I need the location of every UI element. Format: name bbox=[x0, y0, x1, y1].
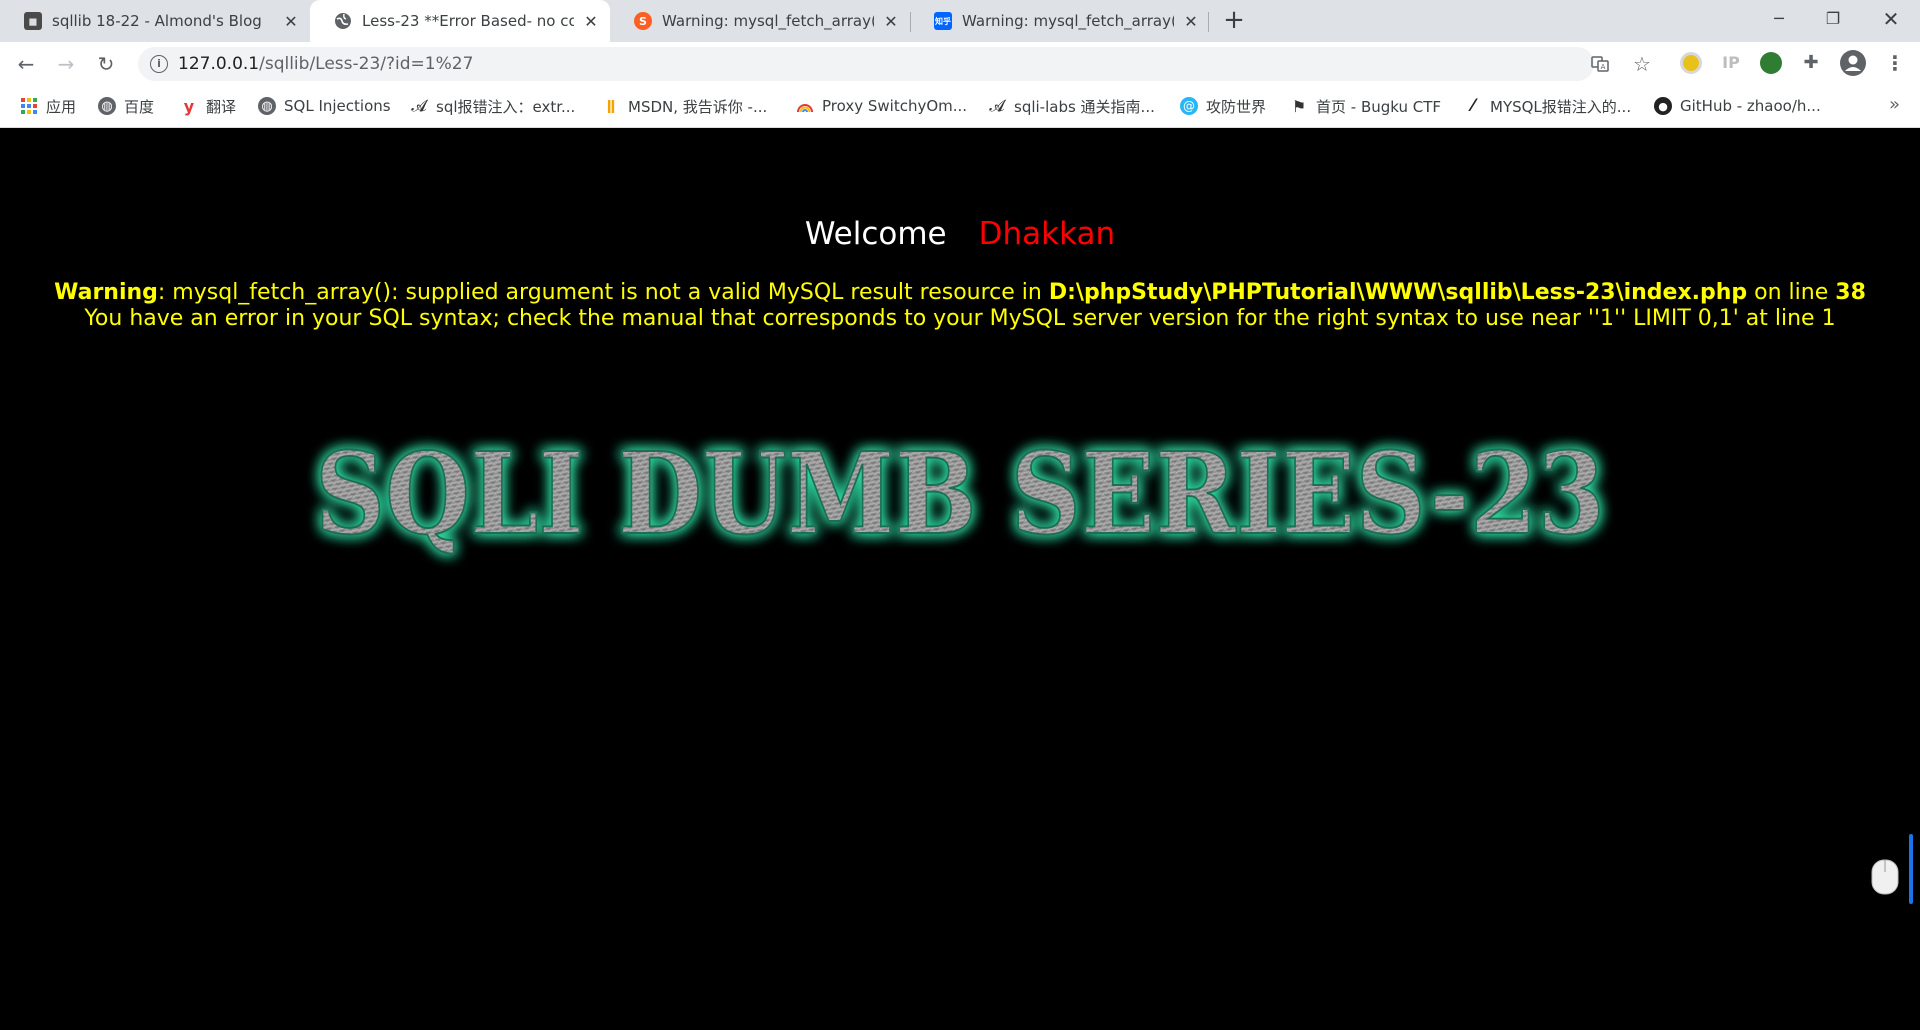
tab-warning-sogou[interactable]: S Warning: mysql_fetch_array(): ✕ bbox=[610, 0, 910, 42]
error-message: Warning: mysql_fetch_array(): supplied a… bbox=[0, 280, 1920, 332]
youdao-icon: y bbox=[183, 96, 195, 116]
bookmark-mysql-error[interactable]: ⁄ MYSQL报错注入的... bbox=[1464, 86, 1632, 126]
tab-separator bbox=[1208, 12, 1209, 32]
flag-icon: ⚑ bbox=[1291, 96, 1307, 116]
swirl-icon: @ bbox=[1180, 97, 1198, 115]
close-icon[interactable]: ✕ bbox=[282, 12, 300, 31]
bookmark-label: SQL Injections bbox=[284, 97, 391, 115]
warning-label: Warning bbox=[54, 280, 158, 305]
bookmarks-bar: 应用 ◍ 百度 y 翻译 ◍ SQL Injections 𝓐 sql报错注入：… bbox=[0, 86, 1920, 128]
close-window-button[interactable]: ✕ bbox=[1862, 0, 1920, 38]
reload-button[interactable]: ↻ bbox=[90, 48, 122, 80]
zhihu-icon: 知乎 bbox=[934, 12, 952, 30]
forward-button[interactable]: → bbox=[50, 48, 82, 80]
bookmark-github[interactable]: ● GitHub - zhaoo/h... bbox=[1654, 86, 1821, 126]
bookmark-label: MSDN, 我告诉你 -... bbox=[628, 97, 768, 116]
more-bookmarks-icon[interactable]: » bbox=[1889, 94, 1900, 115]
svg-text:A: A bbox=[1601, 63, 1606, 71]
tab-title: Less-23 **Error Based- no com bbox=[362, 12, 574, 30]
ip-extension-icon[interactable]: IP bbox=[1720, 52, 1742, 74]
bookmark-sql-error-injection[interactable]: 𝓐 sql报错注入：extr... bbox=[410, 86, 575, 126]
bookmark-baidu[interactable]: ◍ 百度 bbox=[98, 86, 154, 126]
user-name: Dhakkan bbox=[978, 216, 1116, 252]
bookmark-label: Proxy SwitchyOm... bbox=[822, 97, 968, 115]
minimize-button[interactable]: ─ bbox=[1750, 0, 1808, 38]
bookmark-sql-injections[interactable]: ◍ SQL Injections bbox=[258, 86, 391, 126]
banner-title: SQLI DUMB SERIES-23 bbox=[315, 429, 1605, 560]
browser-toolbar: ← → ↻ i 127.0.0.1/sqllib/Less-23/?id=1%2… bbox=[0, 42, 1920, 86]
warning-online: on line bbox=[1747, 280, 1836, 305]
info-icon[interactable]: i bbox=[150, 55, 168, 73]
tab-warning-zhihu[interactable]: 知乎 Warning: mysql_fetch_array(): ✕ bbox=[910, 0, 1210, 42]
kebab-menu-icon[interactable]: ⋮ bbox=[1884, 52, 1906, 74]
welcome-text: Welcome bbox=[804, 216, 947, 252]
bookmark-label: MYSQL报错注入的... bbox=[1490, 97, 1632, 116]
sogou-icon: S bbox=[634, 12, 652, 30]
url-text[interactable]: 127.0.0.1/sqllib/Less-23/?id=1%27 bbox=[178, 54, 473, 74]
url-path: /sqllib/Less-23/?id=1%27 bbox=[259, 54, 474, 74]
bookmark-msdn[interactable]: ǁ MSDN, 我告诉你 -... bbox=[602, 86, 768, 126]
welcome-line: Welcome Dhakkan bbox=[0, 216, 1920, 252]
bookmark-label: 翻译 bbox=[206, 97, 237, 116]
php-warning: Warning: mysql_fetch_array(): supplied a… bbox=[0, 280, 1920, 306]
figure-icon: 𝓐 bbox=[989, 96, 1005, 115]
tab-title: sqllib 18-22 - Almond's Blog bbox=[52, 12, 262, 30]
extension-green-icon[interactable] bbox=[1760, 52, 1782, 74]
avatar-favicon: ◼ bbox=[24, 12, 42, 30]
bookmark-apps[interactable]: 应用 bbox=[20, 86, 76, 126]
warning-text: : mysql_fetch_array(): supplied argument… bbox=[157, 280, 1049, 305]
close-icon[interactable]: ✕ bbox=[882, 12, 900, 31]
figure-icon: 𝓐 bbox=[411, 96, 427, 115]
globe-icon: ◍ bbox=[98, 97, 116, 115]
url-host: 127.0.0.1 bbox=[178, 54, 260, 74]
bookmark-sqli-labs-guide[interactable]: 𝓐 sqli-labs 通关指南... bbox=[988, 86, 1155, 126]
bookmark-label: sqli-labs 通关指南... bbox=[1014, 97, 1155, 116]
page-content: Welcome Dhakkan Warning: mysql_fetch_arra… bbox=[0, 128, 1920, 1030]
warning-path: D:\phpStudy\PHPTutorial\WWW\sqllib\Less-… bbox=[1048, 280, 1748, 305]
back-button[interactable]: ← bbox=[10, 48, 42, 80]
warning-line: 38 bbox=[1835, 280, 1866, 305]
globe-icon bbox=[334, 12, 352, 30]
bookmark-bugku[interactable]: ⚑ 首页 - Bugku CTF bbox=[1290, 86, 1441, 126]
puzzle-extensions-icon[interactable]: ✚ bbox=[1800, 52, 1822, 74]
bookmark-label: sql报错注入：extr... bbox=[436, 97, 576, 116]
slash-icon: ⁄ bbox=[1471, 96, 1475, 116]
translate-icon[interactable]: A bbox=[1590, 54, 1610, 74]
sqli-dumb-series-banner: SQLI DUMB SERIES-23 bbox=[314, 428, 1606, 561]
tab-title: Warning: mysql_fetch_array(): bbox=[962, 12, 1174, 30]
tab-sqllib-blog[interactable]: ◼ sqllib 18-22 - Almond's Blog ✕ bbox=[0, 0, 310, 42]
close-icon[interactable]: ✕ bbox=[582, 12, 600, 31]
bookmark-label: GitHub - zhaoo/h... bbox=[1680, 97, 1821, 115]
bookmark-label: 应用 bbox=[46, 97, 77, 116]
msdn-icon: ǁ bbox=[606, 98, 616, 114]
tab-title: Warning: mysql_fetch_array(): bbox=[662, 12, 874, 30]
address-bar[interactable]: i 127.0.0.1/sqllib/Less-23/?id=1%27 A ☆ bbox=[138, 47, 1651, 81]
close-icon[interactable]: ✕ bbox=[1182, 12, 1200, 31]
bookmark-translate[interactable]: y 翻译 bbox=[180, 86, 236, 126]
mouse-overlay-icon bbox=[1871, 859, 1899, 895]
new-tab-button[interactable]: + bbox=[1219, 6, 1249, 36]
bookmark-label: 首页 - Bugku CTF bbox=[1316, 97, 1442, 116]
bookmark-label: 百度 bbox=[124, 97, 155, 116]
apps-grid-icon bbox=[20, 97, 38, 115]
github-icon: ● bbox=[1654, 97, 1672, 115]
restore-button[interactable]: ❐ bbox=[1804, 0, 1862, 38]
bookmark-label: 攻防世界 bbox=[1206, 97, 1267, 116]
rainbow-icon bbox=[796, 97, 814, 115]
tab-less23[interactable]: Less-23 **Error Based- no com ✕ bbox=[310, 0, 610, 42]
bookmark-gongfang[interactable]: @ 攻防世界 bbox=[1180, 86, 1266, 126]
sql-error-text: You have an error in your SQL syntax; ch… bbox=[84, 306, 1836, 331]
extension-coin-icon[interactable] bbox=[1680, 52, 1702, 74]
profile-avatar-icon[interactable] bbox=[1840, 50, 1866, 76]
star-icon[interactable]: ☆ bbox=[1632, 54, 1652, 74]
globe-icon: ◍ bbox=[258, 97, 276, 115]
bookmark-proxy-switchy[interactable]: Proxy SwitchyOm... bbox=[796, 86, 967, 126]
scroll-indicator bbox=[1909, 834, 1913, 904]
tab-strip: ◼ sqllib 18-22 - Almond's Blog ✕ Less-23… bbox=[0, 0, 1920, 42]
